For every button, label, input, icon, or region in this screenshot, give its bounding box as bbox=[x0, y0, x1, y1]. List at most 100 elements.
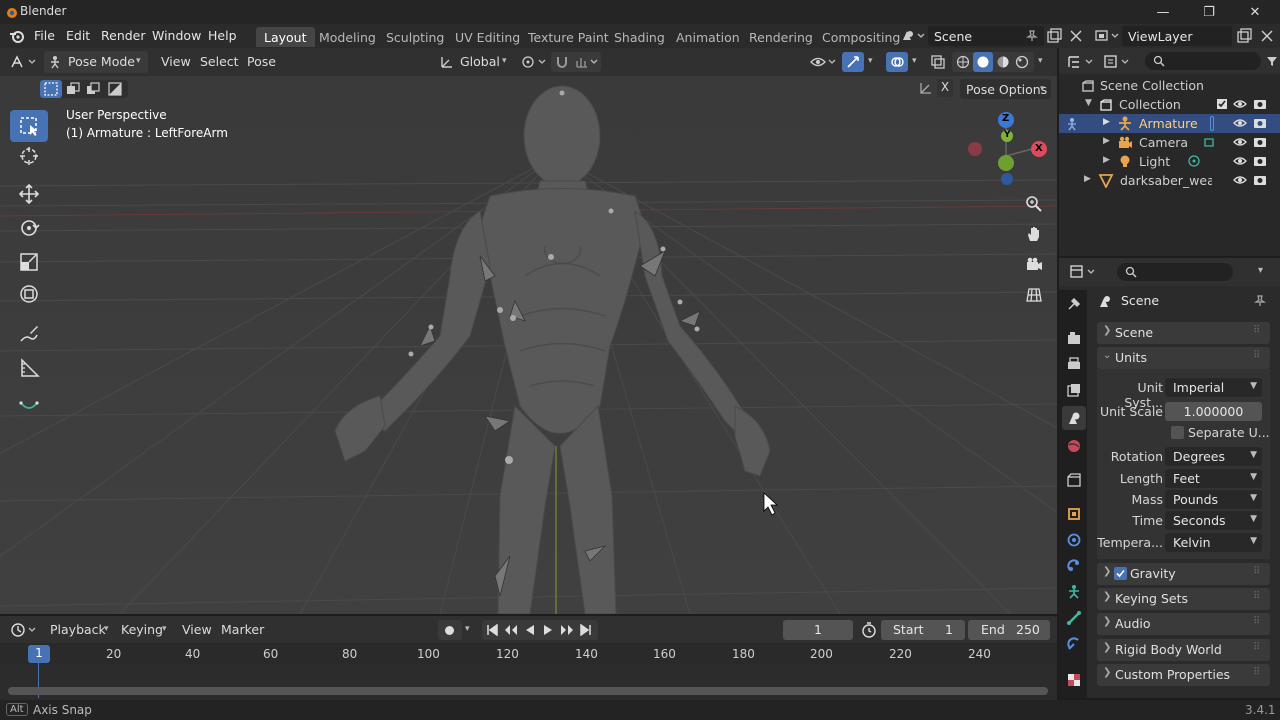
remove-scene-icon[interactable] bbox=[1069, 29, 1083, 43]
visibility-icon[interactable] bbox=[810, 54, 838, 70]
jump-start-icon[interactable] bbox=[486, 624, 498, 636]
timeline-editor-icon[interactable] bbox=[10, 622, 38, 638]
outliner-row-armature[interactable]: ▶ Armature bbox=[1059, 114, 1280, 133]
display-mode-icon[interactable] bbox=[1103, 54, 1131, 70]
close-window-button[interactable]: ✕ bbox=[1232, 0, 1278, 24]
unit-scale-field[interactable]: 1.000000 bbox=[1165, 402, 1262, 421]
tab-render[interactable] bbox=[1062, 326, 1086, 350]
minimize-button[interactable]: — bbox=[1140, 0, 1186, 24]
playhead[interactable]: 1 bbox=[28, 645, 50, 663]
filter-icon[interactable] bbox=[1266, 55, 1278, 67]
preview-range-icon[interactable] bbox=[861, 622, 877, 638]
chevron-down-icon[interactable]: ▾ bbox=[868, 56, 873, 66]
tab-compositing[interactable]: Compositing bbox=[814, 27, 908, 47]
expand-right-icon[interactable]: ▶ bbox=[1084, 174, 1091, 184]
tab-rendering[interactable]: Rendering bbox=[741, 27, 821, 47]
expand-down-icon[interactable]: ▼ bbox=[1085, 98, 1092, 108]
camera-render-icon[interactable] bbox=[1253, 173, 1267, 187]
separate-units-checkbox[interactable] bbox=[1171, 426, 1184, 439]
rendered-shading-icon[interactable] bbox=[1015, 55, 1029, 69]
menu-marker[interactable]: Marker bbox=[221, 622, 264, 637]
mode-selector[interactable]: Pose Mode ▾ bbox=[44, 51, 148, 73]
tab-sculpting[interactable]: Sculpting bbox=[378, 27, 452, 47]
menu-view[interactable]: View bbox=[182, 622, 212, 637]
tab-world[interactable] bbox=[1062, 434, 1086, 458]
move-tool[interactable] bbox=[10, 178, 48, 210]
menu-window[interactable]: Window bbox=[152, 28, 201, 43]
select-subtract-icon[interactable] bbox=[86, 82, 100, 96]
chevron-down-icon[interactable]: ▾ bbox=[1038, 56, 1043, 66]
pivot-point-icon[interactable] bbox=[520, 54, 548, 70]
viewlayer-selector-icon[interactable] bbox=[1094, 28, 1120, 44]
snap-toggle-group[interactable] bbox=[551, 52, 601, 72]
menu-view[interactable]: View bbox=[161, 54, 191, 69]
tab-bone-constraints[interactable] bbox=[1062, 632, 1086, 656]
tab-animation[interactable]: Animation bbox=[668, 27, 748, 47]
transform-orientation-selector[interactable]: Global ▾ bbox=[436, 51, 512, 73]
properties-editor-icon[interactable] bbox=[1069, 264, 1097, 280]
pin-icon[interactable] bbox=[1026, 30, 1038, 42]
expand-right-icon[interactable]: ▶ bbox=[1103, 136, 1110, 146]
panel-units[interactable]: ⌄ Units ⠿ bbox=[1097, 347, 1270, 369]
tab-object[interactable] bbox=[1062, 502, 1086, 526]
select-mode-group[interactable] bbox=[40, 80, 128, 98]
drag-handle-icon[interactable]: ⠿ bbox=[1253, 350, 1260, 361]
tab-modeling[interactable]: Modeling bbox=[311, 27, 384, 47]
select-invert-icon[interactable] bbox=[108, 82, 122, 96]
tab-collection[interactable] bbox=[1062, 468, 1086, 492]
wireframe-shading-icon[interactable] bbox=[956, 55, 970, 69]
annotate-tool[interactable] bbox=[10, 318, 48, 350]
remove-viewlayer-icon[interactable] bbox=[1260, 29, 1274, 43]
menu-playback[interactable]: Playback bbox=[50, 622, 106, 637]
camera-render-icon[interactable] bbox=[1253, 116, 1267, 130]
mass-dropdown[interactable]: Pounds ▼ bbox=[1165, 490, 1262, 509]
time-dropdown[interactable]: Seconds ▼ bbox=[1165, 511, 1262, 530]
eye-icon[interactable] bbox=[1233, 98, 1247, 110]
zoom-button[interactable] bbox=[1020, 190, 1048, 218]
bone-envelope-tool[interactable] bbox=[10, 390, 48, 422]
select-extend-icon[interactable] bbox=[66, 82, 80, 96]
menu-keying[interactable]: Keying bbox=[121, 622, 163, 637]
drag-handle-icon[interactable]: ⠿ bbox=[1253, 566, 1260, 577]
maximize-button[interactable]: ❐ bbox=[1186, 0, 1232, 24]
outliner-search-input[interactable] bbox=[1145, 52, 1261, 70]
tab-armature-data[interactable] bbox=[1062, 580, 1086, 604]
tab-bone[interactable] bbox=[1062, 606, 1086, 630]
tab-modifiers[interactable] bbox=[1062, 528, 1086, 552]
temperature-dropdown[interactable]: Kelvin ▼ bbox=[1165, 533, 1262, 552]
chevron-down-icon[interactable]: ▾ bbox=[465, 624, 470, 634]
drag-handle-icon[interactable]: ⠿ bbox=[1253, 616, 1260, 627]
drag-handle-icon[interactable]: ⠿ bbox=[1253, 591, 1260, 602]
jump-end-icon[interactable] bbox=[580, 624, 592, 636]
outliner-row-collection[interactable]: ▼ Collection bbox=[1059, 95, 1280, 114]
transform-tool[interactable] bbox=[10, 278, 48, 310]
menu-render[interactable]: Render bbox=[101, 28, 146, 43]
gravity-checkbox[interactable] bbox=[1114, 567, 1127, 580]
panel-custom-properties[interactable]: ❯ Custom Properties ⠿ bbox=[1097, 664, 1270, 686]
camera-render-icon[interactable] bbox=[1253, 154, 1267, 168]
3d-viewport[interactable]: User Perspective (1) Armature : LeftFore… bbox=[0, 76, 1057, 614]
tab-view-layer[interactable] bbox=[1062, 378, 1086, 402]
measure-tool[interactable] bbox=[10, 352, 48, 384]
eye-icon[interactable] bbox=[1233, 155, 1247, 167]
blender-menu-icon[interactable] bbox=[9, 29, 25, 43]
tab-output[interactable] bbox=[1062, 352, 1086, 376]
outliner-row-darksaber[interactable]: ▶ darksaber_weapo bbox=[1059, 171, 1280, 190]
tab-scene[interactable] bbox=[1062, 406, 1086, 430]
material-shading-icon[interactable] bbox=[996, 55, 1010, 69]
menu-pose[interactable]: Pose bbox=[247, 54, 276, 69]
menu-file[interactable]: File bbox=[34, 28, 55, 43]
overlay-toggle[interactable] bbox=[886, 52, 908, 72]
rotation-dropdown[interactable]: Degrees ▼ bbox=[1165, 447, 1262, 466]
end-frame-field[interactable]: End 250 bbox=[968, 620, 1050, 640]
panel-rigid-body-world[interactable]: ❯ Rigid Body World ⠿ bbox=[1097, 639, 1270, 661]
snap-increment-icon[interactable] bbox=[575, 55, 599, 69]
start-frame-field[interactable]: Start 1 bbox=[881, 620, 965, 640]
outliner-row-scene-collection[interactable]: Scene Collection bbox=[1059, 76, 1280, 95]
tab-constraints-object[interactable] bbox=[1062, 554, 1086, 578]
tab-texture-paint[interactable]: Texture Paint bbox=[520, 27, 617, 47]
panel-gravity[interactable]: ❯ Gravity ⠿ bbox=[1097, 563, 1270, 585]
play-reverse-icon[interactable] bbox=[524, 624, 536, 636]
panel-scene[interactable]: ❯ Scene ⠿ bbox=[1097, 322, 1270, 344]
tab-tool[interactable] bbox=[1062, 292, 1086, 316]
